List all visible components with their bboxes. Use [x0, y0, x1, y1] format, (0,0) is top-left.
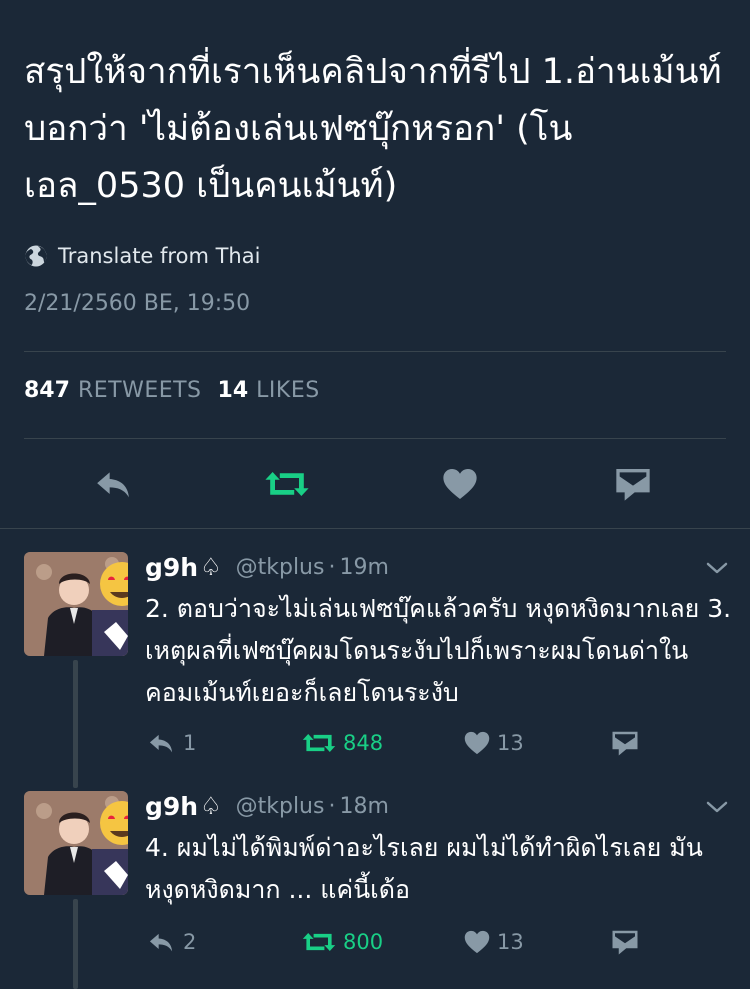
retweet-icon [301, 930, 337, 954]
like-button[interactable]: 13 [463, 728, 524, 758]
user-handle[interactable]: @tkplus [236, 794, 325, 819]
avatar[interactable] [24, 791, 128, 895]
retweet-button[interactable] [262, 462, 312, 506]
like-count[interactable]: 14 [218, 378, 249, 403]
main-tweet: สรุปให้จากที่เราเห็นคลิปจากที่รีไป 1.อ่า… [0, 0, 750, 528]
retweet-count: 800 [343, 930, 384, 954]
envelope-icon [613, 464, 653, 504]
reply-count: 2 [183, 930, 197, 954]
spade-icon: ♤ [200, 792, 222, 820]
divider [24, 438, 726, 439]
reply-text: 4. ผมไม่ได้พิมพ์ด่าอะไรเลย ผมไม่ได้ทำผิด… [145, 833, 703, 904]
reply-icon [93, 464, 133, 504]
reply-count: 1 [183, 731, 197, 755]
message-button[interactable] [609, 728, 641, 758]
retweet-icon [263, 469, 311, 499]
heart-icon [463, 729, 491, 757]
display-name[interactable]: g9h [145, 792, 198, 821]
like-label[interactable]: LIKES [256, 378, 320, 403]
retweet-button[interactable]: 800 [301, 927, 383, 957]
reply-icon [145, 928, 177, 956]
like-button[interactable]: 13 [463, 927, 524, 957]
reply-header: g9h ♤ @tkplus · 18m [145, 789, 389, 823]
like-count: 13 [497, 930, 524, 954]
reply-header: g9h ♤ @tkplus · 19m [145, 550, 389, 584]
reply-icon [145, 729, 177, 757]
user-handle[interactable]: @tkplus [236, 555, 325, 580]
avatar[interactable] [24, 552, 128, 656]
thread-line [73, 660, 78, 788]
retweet-label[interactable]: RETWEETS [78, 378, 202, 403]
message-button[interactable] [611, 462, 655, 506]
divider [24, 351, 726, 352]
retweet-count[interactable]: 847 [24, 378, 70, 403]
spade-icon: ♤ [200, 553, 222, 581]
globe-icon [25, 245, 47, 267]
reply-time[interactable]: 19m [339, 555, 388, 580]
retweet-button[interactable]: 848 [301, 728, 383, 758]
display-name[interactable]: g9h [145, 553, 198, 582]
like-button[interactable] [438, 462, 482, 506]
tweet-stats: 847 RETWEETS 14 LIKES [24, 378, 336, 403]
message-button[interactable] [609, 927, 641, 957]
reply-tweet[interactable]: g9h ♤ @tkplus · 18m 4. ผมไม่ได้พิมพ์ด่าอ… [0, 789, 750, 989]
reply-tweet[interactable]: g9h ♤ @tkplus · 19m 2. ตอบว่าจะไม่เล่นเฟ… [0, 550, 750, 790]
separator-dot: · [328, 793, 336, 819]
translate-link[interactable]: Translate from Thai [24, 240, 260, 272]
heart-icon [463, 928, 491, 956]
avatar-image [24, 552, 128, 656]
reply-button[interactable]: 2 [145, 927, 196, 957]
avatar-image [24, 791, 128, 895]
separator-dot: · [328, 554, 336, 580]
tweet-text: สรุปให้จากที่เราเห็นคลิปจากที่รีไป 1.อ่า… [24, 52, 722, 206]
thread-line [73, 899, 78, 989]
reply-actions: 1 848 13 [145, 728, 645, 758]
reply-actions: 2 800 13 [145, 927, 645, 957]
retweet-icon [301, 731, 337, 755]
reply-button[interactable]: 1 [145, 728, 196, 758]
retweet-count: 848 [343, 731, 384, 755]
like-count: 13 [497, 731, 524, 755]
envelope-icon [609, 927, 641, 957]
reply-text: 2. ตอบว่าจะไม่เล่นเฟซบุ๊คแล้วครับ หงุดหง… [145, 594, 732, 707]
heart-icon [441, 465, 479, 503]
reply-button[interactable] [91, 462, 135, 506]
section-separator [0, 528, 750, 529]
chevron-down-icon[interactable] [704, 797, 730, 817]
tweet-timestamp: 2/21/2560 BE, 19:50 [24, 291, 251, 316]
translate-label: Translate from Thai [58, 244, 261, 268]
chevron-down-icon[interactable] [704, 558, 730, 578]
envelope-icon [609, 728, 641, 758]
reply-time[interactable]: 18m [339, 794, 388, 819]
